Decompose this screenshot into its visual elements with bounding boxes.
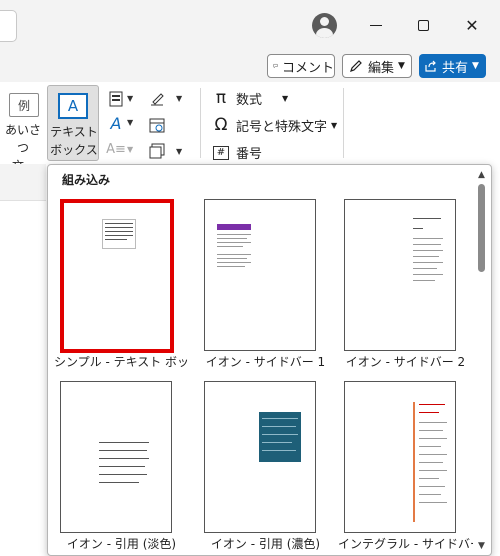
template-thumbnail: [344, 381, 456, 533]
share-label: 共有: [442, 60, 469, 76]
close-icon: ✕: [465, 15, 479, 35]
template-caption: インテグラル - サイドバー: [338, 537, 473, 551]
textbox-icon: A: [58, 93, 88, 119]
symbol-label: 記号と特殊文字: [236, 119, 328, 135]
chevron-down-icon: ▼: [127, 145, 134, 154]
equation-label: 数式: [236, 92, 263, 108]
document-canvas: [0, 164, 46, 556]
avatar-head: [320, 17, 329, 26]
greeting-label-line1: あいさつ: [4, 123, 41, 155]
minimize-icon: [370, 24, 382, 26]
ribbon-separator: [343, 88, 344, 158]
number-button[interactable]: # 番号: [212, 141, 262, 163]
comment-icon: [273, 64, 278, 69]
template-caption: イオン - 引用 (淡色): [66, 537, 177, 551]
share-icon: [425, 60, 436, 72]
template-thumbnail: [204, 199, 316, 351]
chevron-down-icon: ▼: [472, 61, 479, 71]
person-icon[interactable]: [312, 13, 337, 38]
wordart-icon[interactable]: A: [107, 114, 125, 133]
gallery-scrollbar[interactable]: ▲ ▼: [473, 165, 491, 555]
object-icon[interactable]: [148, 142, 166, 160]
gallery-item-integral-sidebar[interactable]: インテグラル - サイドバー: [338, 375, 473, 555]
title-bar: ✕: [0, 0, 500, 50]
maximize-button[interactable]: [405, 8, 441, 42]
drop-cap-icon[interactable]: A≡: [106, 140, 126, 158]
close-button[interactable]: ✕: [454, 8, 490, 42]
pencil-icon: [350, 60, 362, 72]
search-box[interactable]: [0, 10, 17, 42]
date-time-icon[interactable]: [148, 116, 166, 134]
template-caption: シンプル - テキスト ボッ…: [54, 355, 189, 369]
gallery-section-header: 組み込み: [62, 173, 111, 187]
chevron-down-icon[interactable]: ▼: [127, 118, 133, 127]
chevron-down-icon: ▼: [331, 120, 338, 130]
template-thumbnail: [60, 199, 174, 353]
minimize-button[interactable]: [358, 8, 394, 42]
document-page[interactable]: [0, 200, 46, 556]
ribbon-separator: [200, 88, 201, 158]
template-thumbnail: [60, 381, 172, 533]
chevron-down-icon[interactable]: ▼: [176, 147, 182, 156]
scroll-down-icon[interactable]: ▼: [478, 541, 485, 551]
symbol-button[interactable]: Ω 記号と特殊文字 ▼: [212, 114, 338, 136]
comment-label: コメント: [281, 60, 334, 76]
greeting-icon[interactable]: 例: [9, 93, 39, 117]
equation-button[interactable]: π 数式 ▼: [212, 87, 288, 109]
scroll-up-icon[interactable]: ▲: [478, 170, 485, 180]
gallery-item-ion-quote-dark[interactable]: イオン - 引用 (濃色): [198, 375, 328, 555]
edit-mode-button[interactable]: 編集 ▼: [342, 54, 412, 78]
gallery-item-ion-quote-light[interactable]: イオン - 引用 (淡色): [54, 375, 184, 555]
scrollbar-thumb[interactable]: [478, 184, 485, 272]
action-row: コメント 編集 ▼ 共有 ▼: [0, 50, 500, 82]
gallery-item-ion-sidebar-2[interactable]: イオン - サイドバー 2: [338, 193, 468, 383]
edit-label: 編集: [368, 60, 395, 76]
template-thumbnail: [344, 199, 456, 351]
textbox-gallery: 組み込み シンプル - テキスト ボッ… イオン - サイドバー 1 イオン -…: [47, 164, 492, 556]
pi-icon: π: [215, 88, 227, 108]
chevron-down-icon[interactable]: ▼: [176, 94, 182, 103]
template-caption: イオン - サイドバー 1: [205, 355, 326, 369]
comment-button[interactable]: コメント: [267, 54, 335, 78]
template-thumbnail: [204, 381, 316, 533]
quick-parts-icon[interactable]: [107, 90, 125, 108]
template-caption: イオン - サイドバー 2: [345, 355, 466, 369]
omega-icon: Ω: [214, 115, 228, 135]
chevron-down-icon[interactable]: ▼: [127, 94, 133, 103]
gallery-item-ion-sidebar-1[interactable]: イオン - サイドバー 1: [198, 193, 328, 383]
share-button[interactable]: 共有 ▼: [419, 54, 486, 78]
chevron-down-icon: ▼: [398, 61, 405, 71]
number-icon: #: [212, 144, 230, 160]
gallery-item-simple-textbox[interactable]: シンプル - テキスト ボッ…: [54, 193, 189, 383]
textbox-button[interactable]: A テキスト ボックス ▼: [47, 85, 99, 176]
template-caption: イオン - 引用 (濃色): [210, 537, 321, 551]
maximize-icon: [417, 19, 429, 31]
chevron-down-icon: ▼: [282, 93, 289, 103]
number-label: 番号: [236, 146, 263, 162]
avatar-body: [316, 28, 333, 38]
signature-line-icon[interactable]: [148, 90, 166, 108]
